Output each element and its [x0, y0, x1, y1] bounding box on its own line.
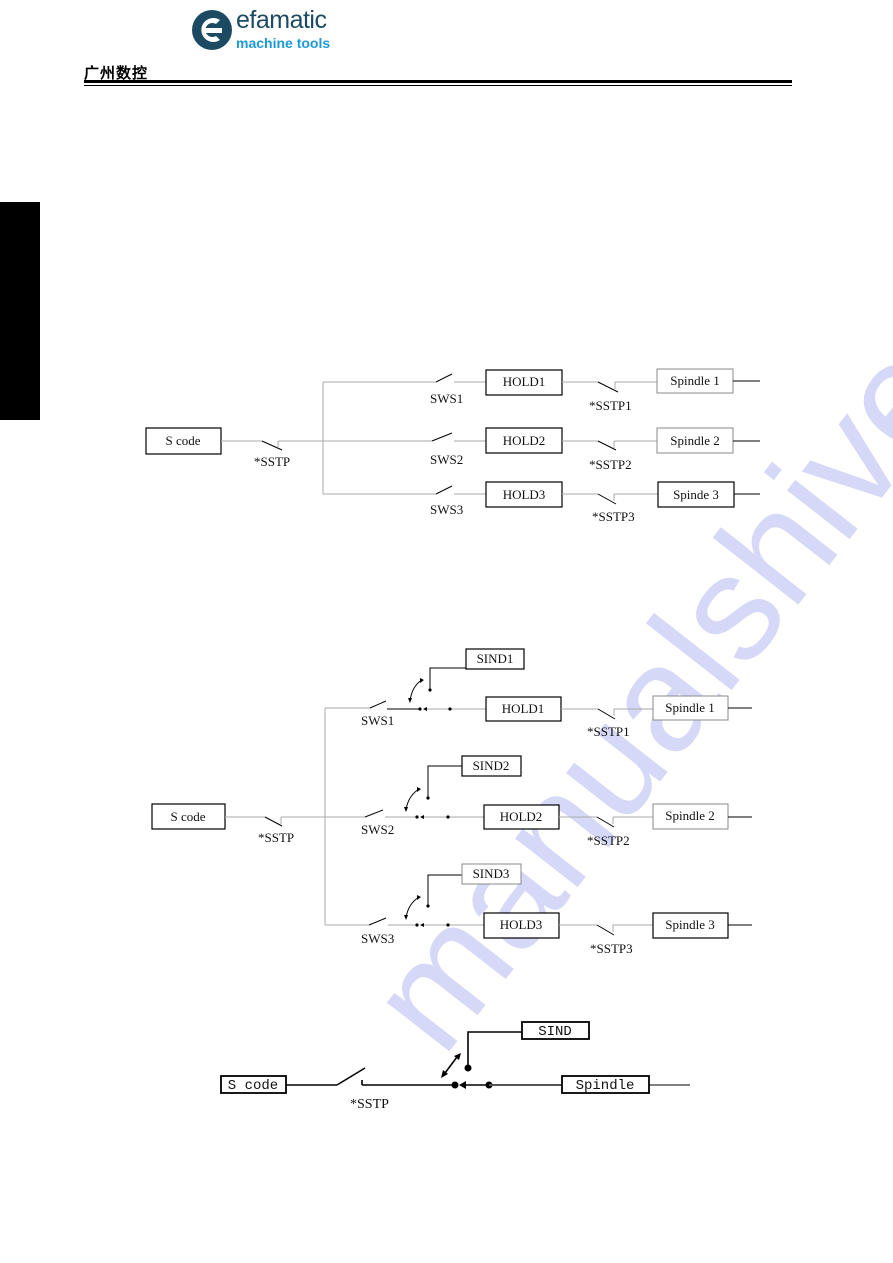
sind3-label: SIND3 — [473, 866, 510, 881]
hold1-label: HOLD1 — [503, 374, 546, 389]
sws2-label: SWS2 — [430, 452, 463, 467]
sstp3-switch — [597, 493, 617, 505]
branch-1: SWS1 HOLD1 *SSTP1 Spindle 1 — [323, 368, 760, 413]
sws1-label: SWS1 — [430, 391, 463, 406]
sind2-label: SIND2 — [473, 758, 510, 773]
sstp-label-2: *SSTP — [258, 830, 294, 845]
sstp2-switch — [597, 440, 617, 451]
watermark: manualshive.com — [336, 56, 893, 1079]
sws3-switch — [435, 485, 453, 495]
sstp1-label-2: *SSTP1 — [587, 724, 630, 739]
sstp3-label: *SSTP3 — [592, 509, 635, 524]
hold3-label: HOLD3 — [503, 487, 546, 502]
diagram-1: S code *SSTP SWS1 HOLD1 *SSTP1 Spindle 1 — [145, 368, 760, 524]
hold1-label-2: HOLD1 — [502, 701, 545, 716]
spindle3-label-2: Spindle 3 — [665, 917, 714, 932]
sstp2-label-2: *SSTP2 — [587, 833, 630, 848]
sws2-switch — [431, 432, 453, 442]
spindle1-label: Spindle 1 — [670, 373, 719, 388]
sws3-label: SWS3 — [430, 502, 463, 517]
sws1-label-2: SWS1 — [361, 713, 394, 728]
branch-2: SWS2 HOLD2 *SSTP2 Spindle 2 — [430, 427, 760, 472]
spindle2-label-2: Spindle 2 — [665, 808, 714, 823]
sstp-switch-2 — [264, 816, 283, 827]
spindle3-label: Spinde 3 — [673, 487, 719, 502]
sws2-label-2: SWS2 — [361, 822, 394, 837]
spindle1-label-2: Spindle 1 — [665, 700, 714, 715]
hold2-label-2: HOLD2 — [500, 809, 543, 824]
sws2-switch-2 — [364, 809, 384, 818]
selector-arrow-icon-2 — [405, 788, 420, 811]
sws1-switch — [435, 373, 453, 383]
sstp3-label-2: *SSTP3 — [590, 941, 633, 956]
sstp2-label: *SSTP2 — [589, 457, 632, 472]
sstp-switch — [261, 440, 283, 451]
sstp-label-3: *SSTP — [350, 1097, 389, 1112]
s-code-label: S code — [165, 433, 200, 448]
sind-label: SIND — [538, 1024, 572, 1040]
hold3-label-2: HOLD3 — [500, 917, 543, 932]
spindle-diagrams: manualshive.com S code *SSTP SWS1 HOLD1 … — [145, 56, 893, 1112]
s-code-label-2: S code — [170, 809, 205, 824]
sstp1-label: *SSTP1 — [589, 398, 632, 413]
sstp-label: *SSTP — [254, 454, 290, 469]
spindle2-label: Spindle 2 — [670, 433, 719, 448]
hold2-label: HOLD2 — [503, 433, 546, 448]
selector-arrow-icon — [409, 679, 423, 702]
s-code-label-3: S code — [228, 1078, 278, 1094]
sws1-switch-2 — [369, 700, 387, 709]
sstp-switch-3 — [336, 1067, 366, 1086]
sws3-label-2: SWS3 — [361, 931, 394, 946]
sind1-label: SIND1 — [477, 651, 514, 666]
spindle-label: Spindle — [576, 1078, 635, 1094]
